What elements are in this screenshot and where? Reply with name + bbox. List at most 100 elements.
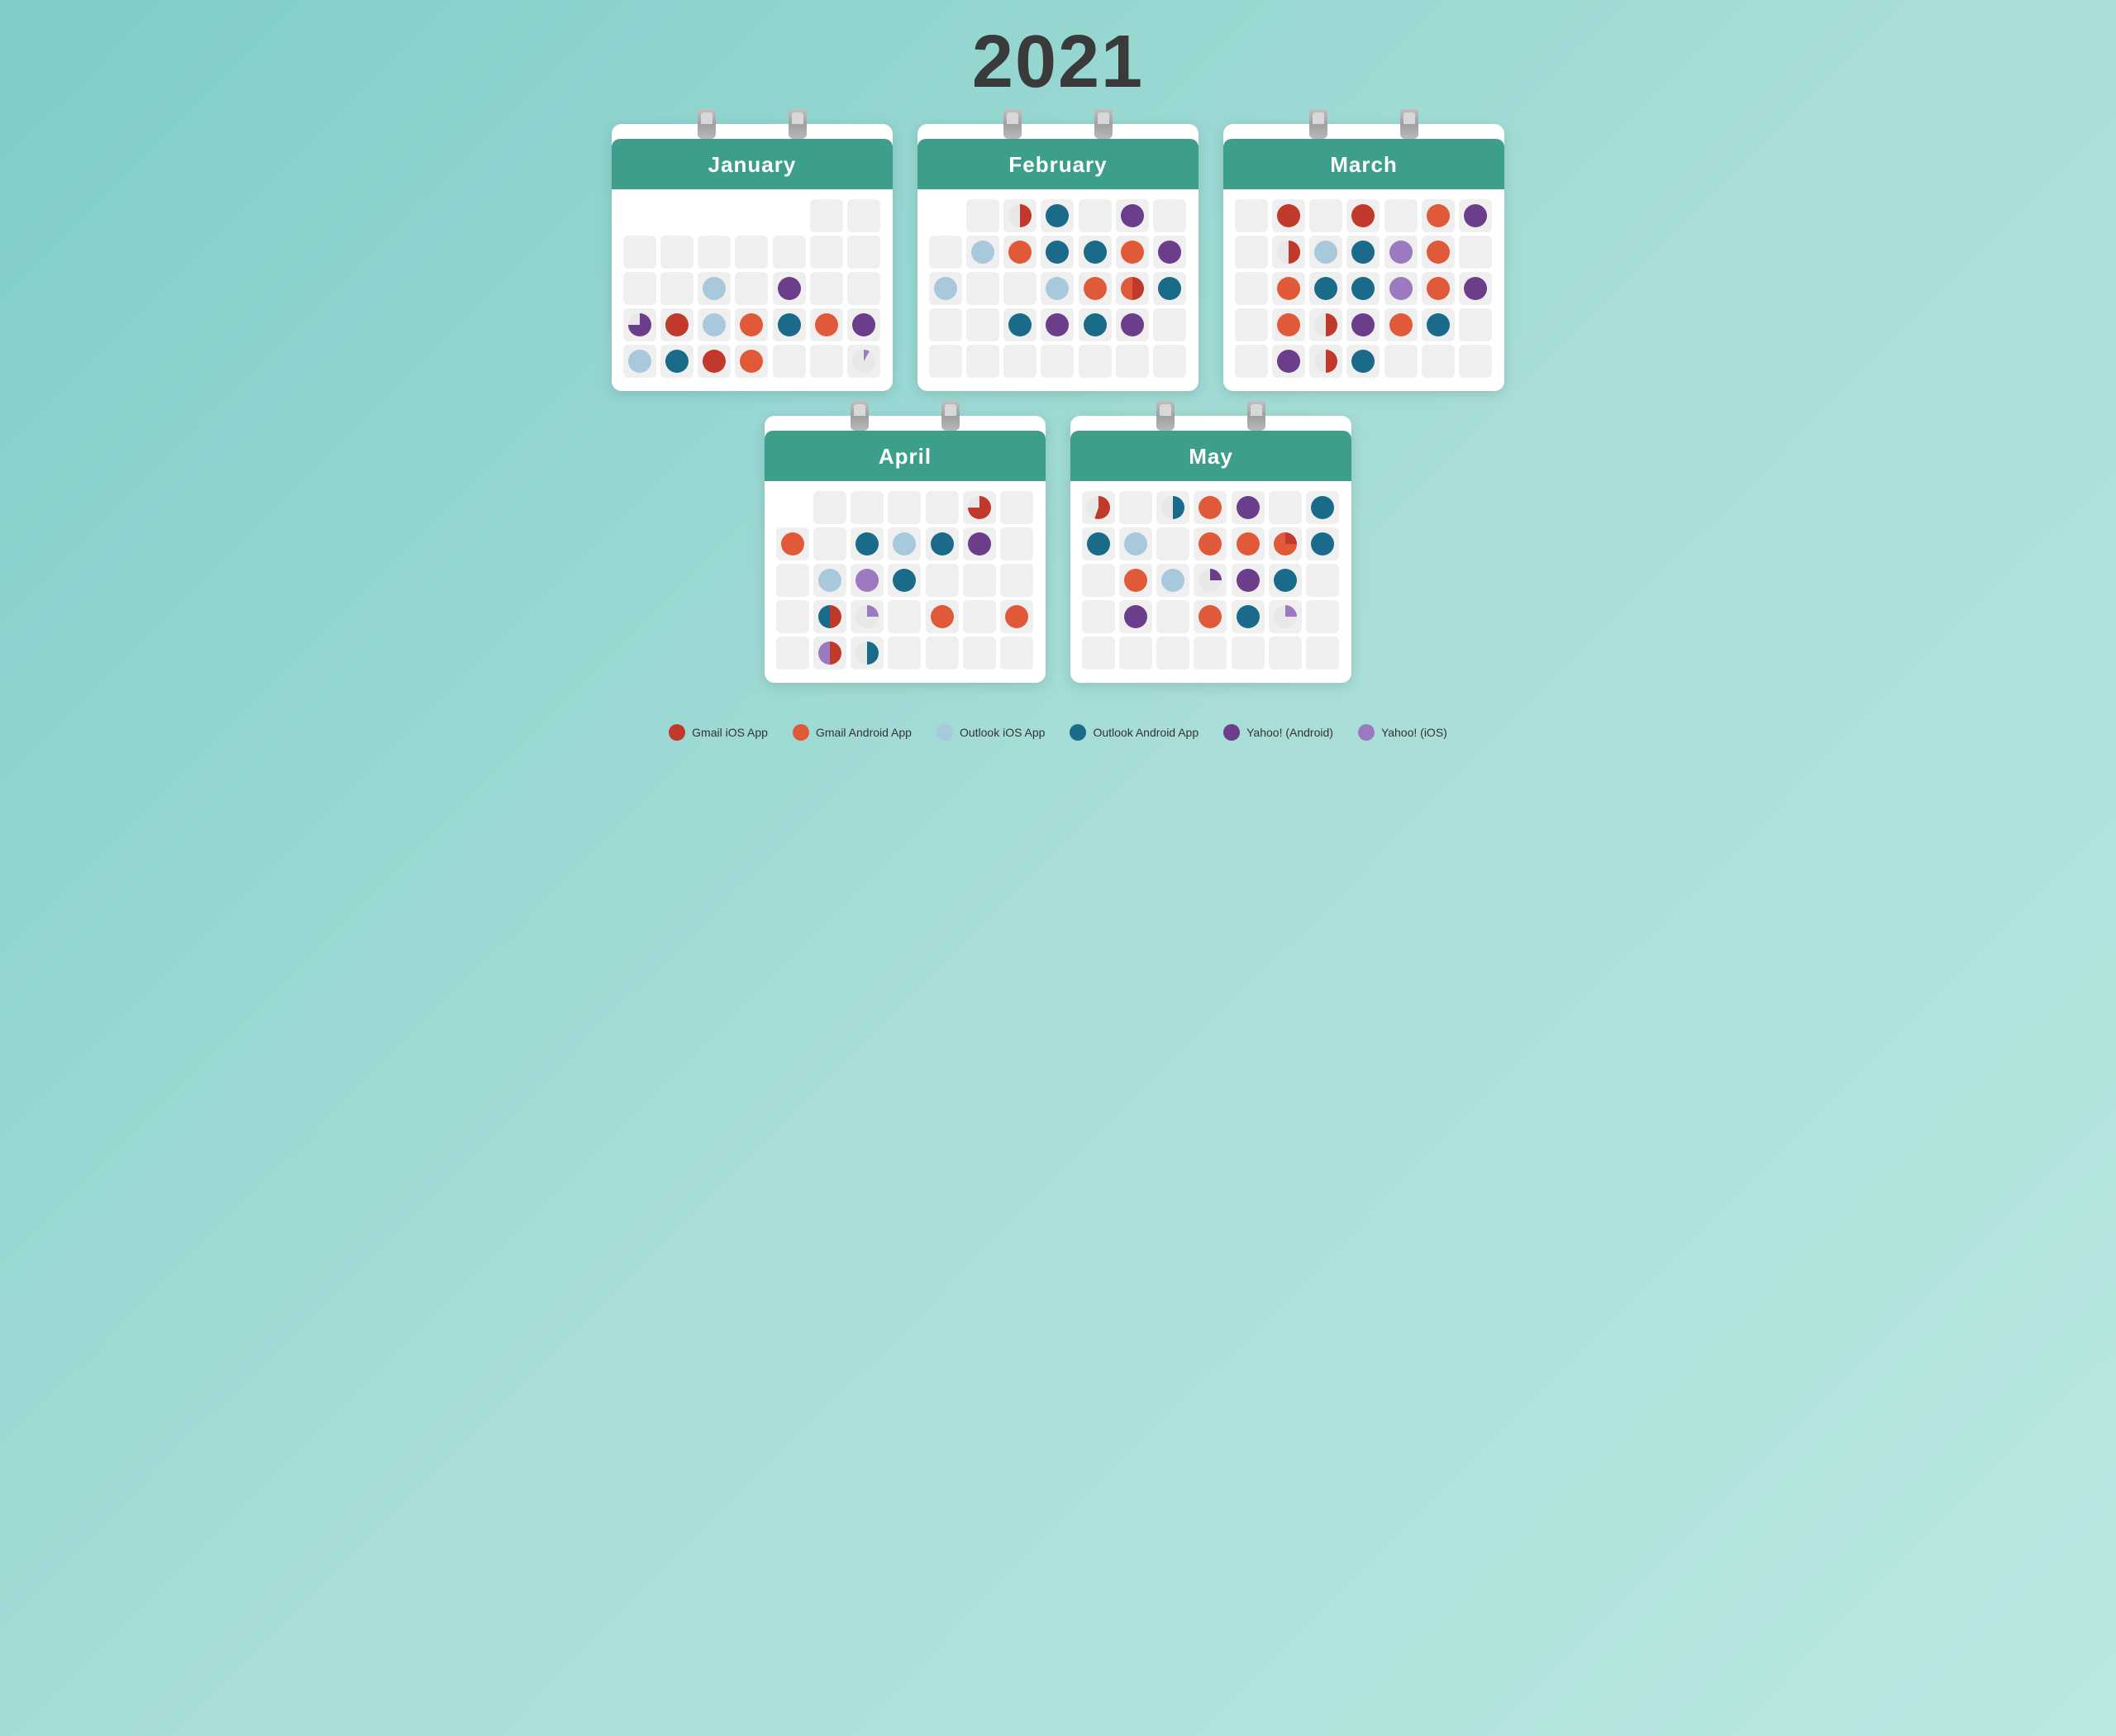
calendar-header-january: January [612, 139, 893, 189]
cal-cell [1309, 199, 1342, 232]
calendar-body-march [1223, 189, 1504, 391]
cal-cell [813, 527, 846, 560]
cal-cell [963, 600, 996, 633]
dot-outlook-android [1311, 532, 1334, 556]
cal-cell [1235, 199, 1268, 232]
cal-cell [1306, 491, 1339, 524]
dot-split-gm-yahoo [818, 641, 841, 665]
cal-cell [1232, 637, 1265, 670]
calendar-body-february [917, 189, 1199, 391]
cal-cell [1119, 637, 1152, 670]
cal-cell [1003, 236, 1037, 269]
cal-cell [1346, 236, 1380, 269]
cal-cell [735, 199, 768, 232]
dot-gmail-android [781, 532, 804, 556]
cal-cell [660, 345, 693, 378]
dot-gmail-android [1005, 605, 1028, 628]
cal-cell [1235, 308, 1268, 341]
cal-cell [926, 600, 959, 633]
cal-cell [813, 637, 846, 670]
calendar-body-may [1070, 481, 1351, 683]
dot-gmail-android [815, 313, 838, 336]
legend-dot-gmail-android [793, 724, 809, 741]
dot-gmail-android [1427, 204, 1450, 227]
cal-cell [1082, 491, 1115, 524]
dot-outlook-android [1274, 569, 1297, 592]
cal-cell [847, 308, 880, 341]
legend-label-yahoo-android: Yahoo! (Android) [1246, 726, 1333, 739]
clip [851, 401, 869, 431]
cal-cell [1119, 564, 1152, 597]
cal-cell [1422, 345, 1455, 378]
cal-cell [623, 272, 656, 305]
cal-cell [1384, 345, 1418, 378]
cal-cell [776, 600, 809, 633]
cal-cell [1459, 236, 1492, 269]
dot-outlook-android-small [855, 641, 879, 665]
dot-outlook-android-half [1161, 496, 1184, 519]
calendars-bottom-row: April [765, 416, 1351, 683]
dot-outlook-android [1087, 532, 1110, 556]
cal-cell [851, 637, 884, 670]
cal-grid-march [1235, 199, 1493, 378]
dot-yahoo-ios-small [1274, 605, 1297, 628]
cal-cell [1309, 236, 1342, 269]
dot-gmail-ios-half [1314, 350, 1337, 373]
cal-cell [1346, 199, 1380, 232]
cal-cell [966, 308, 999, 341]
cal-cell [1269, 564, 1302, 597]
cal-cell [810, 308, 843, 341]
cal-cell [1116, 308, 1149, 341]
dot-gmail-ios-half [1314, 313, 1337, 336]
cal-cell [660, 308, 693, 341]
dot-outlook-android [1084, 313, 1107, 336]
cal-cell [1079, 345, 1112, 378]
cal-cell [776, 564, 809, 597]
cal-cell [929, 199, 962, 232]
cal-cell [1079, 236, 1112, 269]
dot-outlook-ios [934, 277, 957, 300]
dot-outlook-ios [703, 277, 726, 300]
cal-cell [1235, 236, 1268, 269]
month-name-march: March [1240, 152, 1488, 178]
legend-label-gmail-ios: Gmail iOS App [692, 726, 768, 739]
cal-cell [1079, 272, 1112, 305]
cal-cell [1306, 637, 1339, 670]
cal-cell [926, 564, 959, 597]
cal-cell [851, 527, 884, 560]
cal-cell [926, 637, 959, 670]
dot-yahoo-android [1121, 313, 1144, 336]
clips-may [1070, 401, 1351, 431]
dot-gmail-android [1277, 313, 1300, 336]
cal-cell [926, 491, 959, 524]
dot-gmail-android [740, 313, 763, 336]
legend-dot-yahoo-android [1223, 724, 1240, 741]
cal-cell [1346, 272, 1380, 305]
clip [941, 401, 960, 431]
cal-cell [1153, 345, 1186, 378]
calendar-march: March [1223, 124, 1504, 391]
dot-yahoo-ios [855, 569, 879, 592]
cal-cell [1000, 637, 1033, 670]
dot-gmail-android [931, 605, 954, 628]
legend-item-outlook-android: Outlook Android App [1070, 724, 1199, 741]
cal-cell [1384, 308, 1418, 341]
cal-cell [1269, 600, 1302, 633]
cal-cell [1041, 272, 1074, 305]
calendar-header-march: March [1223, 139, 1504, 189]
dot-outlook-android [1311, 496, 1334, 519]
dot-gmail-ios [665, 313, 689, 336]
cal-cell [847, 236, 880, 269]
legend-label-yahoo-ios: Yahoo! (iOS) [1381, 726, 1447, 739]
calendar-header-may: May [1070, 431, 1351, 481]
cal-cell [623, 345, 656, 378]
legend-dot-outlook-ios [936, 724, 953, 741]
calendar-april: April [765, 416, 1046, 683]
dot-yahoo-android [1121, 204, 1144, 227]
cal-cell [773, 199, 806, 232]
cal-cell [1194, 491, 1227, 524]
calendar-body-january [612, 189, 893, 391]
dot-outlook-android [855, 532, 879, 556]
dot-gmail-ios [1277, 204, 1300, 227]
dot-outlook-ios [1046, 277, 1069, 300]
